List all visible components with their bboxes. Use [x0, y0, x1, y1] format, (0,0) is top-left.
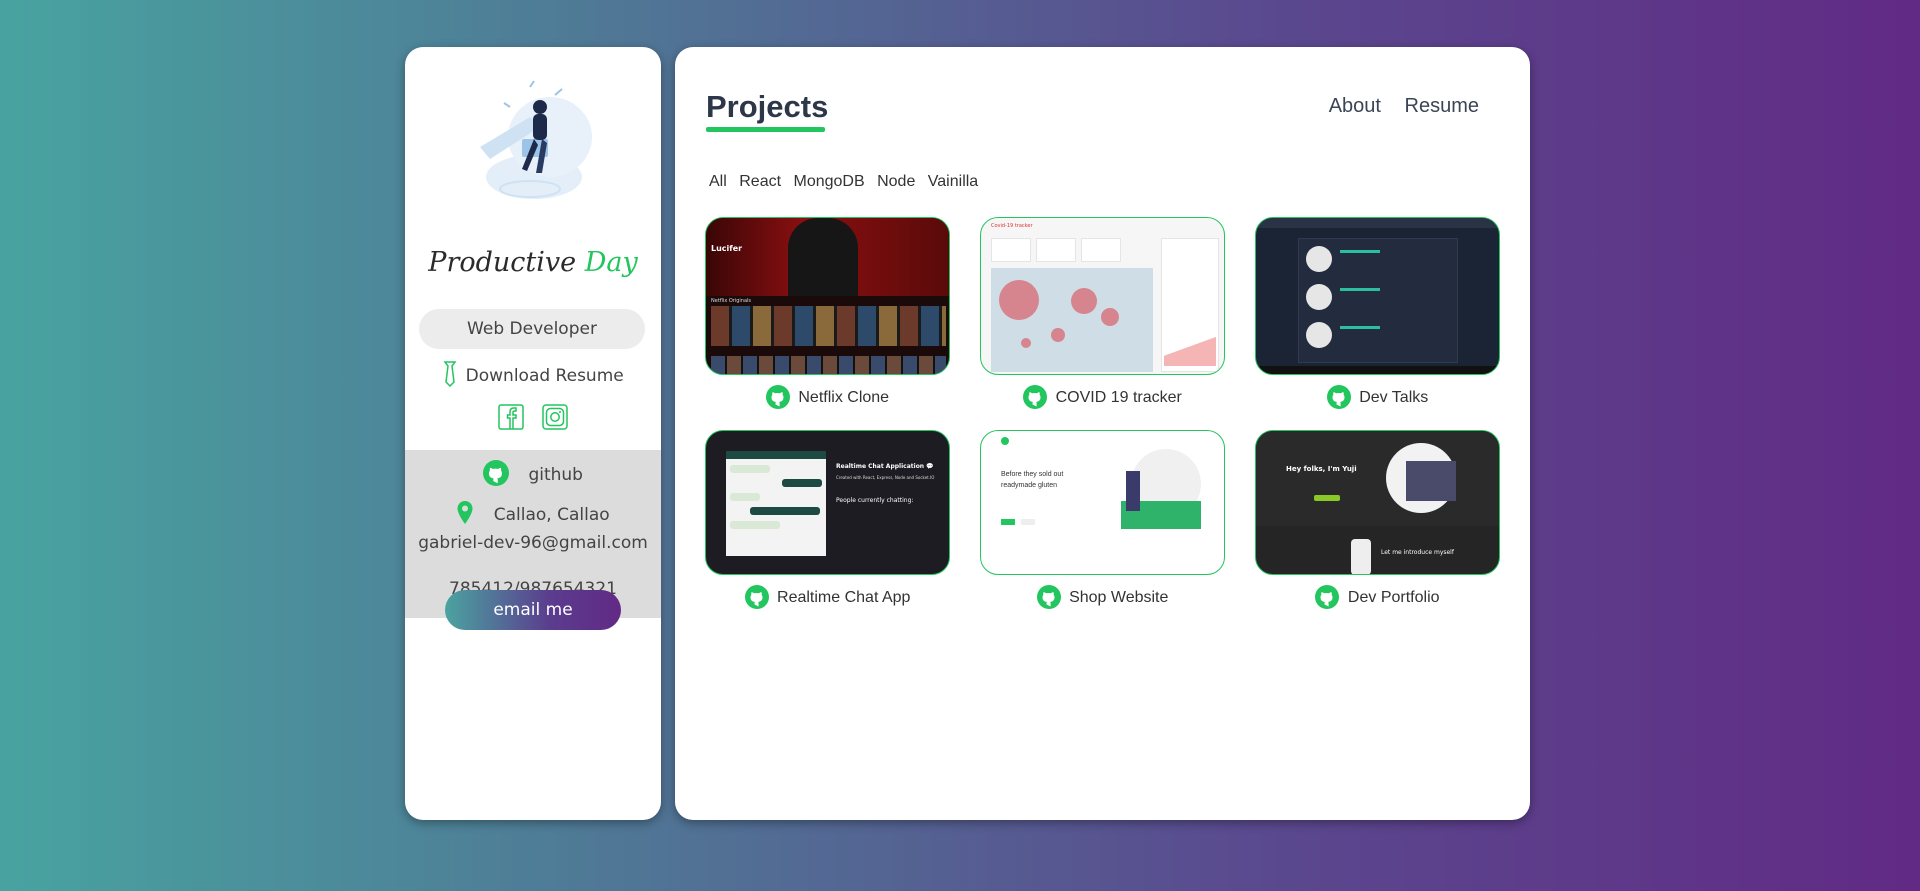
- email-text: gabriel-dev-96@gmail.com: [418, 533, 648, 553]
- project-thumbnail-devtalks[interactable]: [1255, 217, 1500, 375]
- project-link-portfolio[interactable]: Dev Portfolio: [1255, 585, 1500, 609]
- project-link-netflix[interactable]: Netflix Clone: [705, 385, 950, 409]
- nav-resume-link[interactable]: Resume: [1405, 95, 1479, 117]
- projects-panel: Projects About Resume All React MongoDB …: [675, 47, 1530, 820]
- thumb-portfolio-greet: Hey folks, I'm Yuji: [1286, 465, 1357, 473]
- tie-icon: [443, 361, 457, 388]
- thumb-chat-title: Realtime Chat Application 💬: [836, 463, 934, 470]
- nav-about-link[interactable]: About: [1329, 95, 1381, 117]
- brand-word-2: Day: [584, 247, 638, 278]
- project-card: Hey folks, I'm Yuji Let me introduce mys…: [1255, 430, 1500, 609]
- filter-node[interactable]: Node: [877, 173, 915, 190]
- project-name: Realtime Chat App: [777, 589, 911, 606]
- project-name: Shop Website: [1069, 589, 1169, 606]
- thumb-covid-header: Covid-19 tracker: [991, 223, 1033, 229]
- profile-sidebar: Productive Day Web Developer Download Re…: [405, 47, 661, 820]
- thumb-shop-heading-2: readymade gluten: [1001, 482, 1058, 489]
- github-icon: [765, 385, 790, 409]
- instagram-icon[interactable]: [541, 404, 568, 430]
- project-name: Dev Portfolio: [1347, 589, 1440, 606]
- project-link-covid[interactable]: COVID 19 tracker: [980, 385, 1225, 409]
- page-title: Projects: [706, 89, 829, 124]
- thumb-portfolio-intro: Let me introduce myself: [1381, 549, 1454, 556]
- github-icon: [1315, 585, 1340, 609]
- location-text: Callao, Callao: [493, 505, 610, 525]
- thumb-shop-heading-1: Before they sold out: [1001, 471, 1064, 478]
- top-nav: About Resume: [1311, 95, 1479, 118]
- project-filters: All React MongoDB Node Vainilla: [709, 173, 986, 191]
- title-underline: [706, 127, 825, 132]
- social-links: [405, 404, 661, 434]
- project-card: Realtime Chat Application 💬 Created with…: [705, 430, 950, 609]
- download-resume-label: Download Resume: [465, 366, 624, 386]
- brand-word-1: Productive: [428, 247, 577, 278]
- thumb-chat-people: People currently chatting:: [836, 497, 914, 504]
- project-thumbnail-shop[interactable]: Before they sold out readymade gluten: [980, 430, 1225, 575]
- project-thumbnail-chat[interactable]: Realtime Chat Application 💬 Created with…: [705, 430, 950, 575]
- project-link-chat[interactable]: Realtime Chat App: [705, 585, 950, 609]
- email-me-button[interactable]: email me: [445, 590, 621, 630]
- project-link-shop[interactable]: Shop Website: [980, 585, 1225, 609]
- github-icon: [483, 460, 510, 486]
- project-card: Covid-19 tracker COVID 19 tracker: [980, 217, 1225, 409]
- filter-all[interactable]: All: [709, 173, 727, 190]
- thumb-show-title: Lucifer: [711, 244, 743, 253]
- project-thumbnail-covid[interactable]: Covid-19 tracker: [980, 217, 1225, 375]
- project-card: Before they sold out readymade gluten Sh…: [980, 430, 1225, 609]
- role-badge: Web Developer: [419, 309, 645, 349]
- project-card: Dev Talks: [1255, 217, 1500, 409]
- location-pin-icon: [457, 501, 473, 524]
- github-label: github: [528, 465, 583, 485]
- thumb-row-title: Netflix Originals: [711, 298, 752, 304]
- project-link-devtalks[interactable]: Dev Talks: [1255, 385, 1500, 409]
- thumb-chat-sub: Created with React, Express, Node and So…: [836, 475, 935, 480]
- github-icon: [1036, 585, 1061, 609]
- github-icon: [744, 585, 769, 609]
- project-thumbnail-netflix[interactable]: Lucifer Netflix Originals: [705, 217, 950, 375]
- project-card: Lucifer Netflix Originals Netflix Clone: [705, 217, 950, 409]
- project-name: COVID 19 tracker: [1055, 389, 1182, 406]
- project-thumbnail-portfolio[interactable]: Hey folks, I'm Yuji Let me introduce mys…: [1255, 430, 1500, 575]
- location-row: Callao, Callao: [405, 500, 661, 526]
- github-link[interactable]: github: [405, 460, 661, 486]
- project-name: Netflix Clone: [798, 389, 890, 406]
- facebook-icon[interactable]: [498, 404, 525, 430]
- developer-illustration: [480, 80, 592, 199]
- brand-name: Productive Day: [405, 247, 661, 278]
- github-icon: [1023, 385, 1048, 409]
- project-name: Dev Talks: [1359, 389, 1429, 406]
- filter-react[interactable]: React: [739, 173, 781, 190]
- download-resume-link[interactable]: Download Resume: [405, 361, 661, 388]
- filter-vanilla[interactable]: Vainilla: [928, 173, 978, 190]
- github-icon: [1326, 385, 1351, 409]
- filter-mongodb[interactable]: MongoDB: [793, 173, 864, 190]
